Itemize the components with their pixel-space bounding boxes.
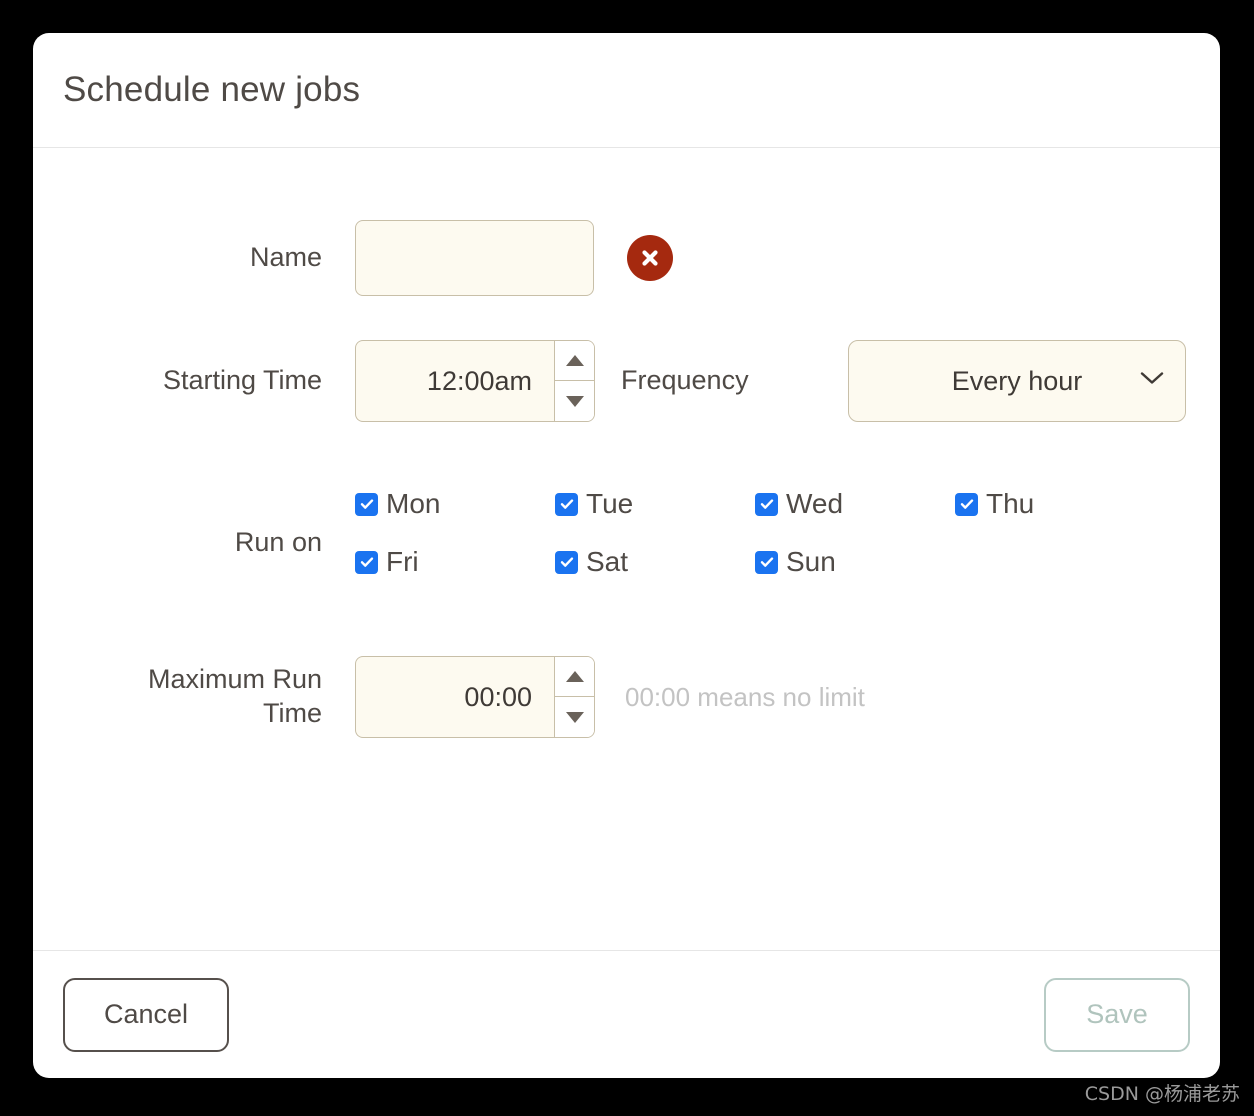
cancel-button[interactable]: Cancel: [63, 977, 229, 1052]
schedule-jobs-dialog: Schedule new jobs Name Starting Time 12:…: [33, 33, 1220, 1078]
maximum-run-time-increment-button[interactable]: [555, 657, 594, 697]
maximum-run-time-row: Maximum Run Time 00:00 00:00 means no li…: [33, 656, 1220, 738]
page-title: Schedule new jobs: [63, 70, 361, 109]
triangle-down-icon: [565, 395, 584, 407]
starting-time-increment-button[interactable]: [555, 341, 594, 381]
triangle-up-icon: [565, 355, 584, 366]
run-on-row: Run on Mon Tue Wed Thu Fri Sat Sun: [33, 488, 1220, 578]
chevron-down-icon: [1139, 371, 1165, 392]
checkbox-fri[interactable]: Fri: [355, 546, 555, 578]
checkbox-label: Fri: [386, 546, 419, 577]
maximum-run-time-label-line1: Maximum Run: [147, 664, 322, 695]
maximum-run-time-decrement-button[interactable]: [555, 697, 594, 737]
checkmark-icon: [555, 492, 578, 516]
checkbox-mon[interactable]: Mon: [355, 488, 555, 520]
frequency-label: Frequency: [621, 365, 749, 396]
name-row: Name: [33, 220, 1220, 296]
checkmark-icon: [955, 492, 978, 516]
triangle-up-icon: [565, 671, 584, 682]
checkbox-label: Sun: [786, 546, 836, 577]
name-input[interactable]: [355, 220, 594, 296]
dialog-header: Schedule new jobs: [33, 33, 1220, 148]
frequency-select[interactable]: Every hour: [848, 340, 1186, 422]
checkbox-label: Thu: [986, 488, 1035, 519]
checkmark-icon: [355, 550, 378, 574]
checkbox-thu[interactable]: Thu: [955, 488, 1155, 520]
checkbox-wed[interactable]: Wed: [755, 488, 955, 520]
starting-time-spin-buttons: [554, 340, 595, 422]
maximum-run-time-label: Maximum Run Time: [33, 663, 322, 731]
checkbox-sun[interactable]: Sun: [755, 546, 955, 578]
save-button: Save: [1044, 977, 1190, 1052]
day-checkbox-row-1: Mon Tue Wed Thu: [355, 488, 1155, 520]
starting-time-row: Starting Time 12:00am Frequency Every ho…: [33, 340, 1220, 422]
maximum-run-time-stepper[interactable]: 00:00: [355, 656, 595, 738]
day-checkbox-group: Mon Tue Wed Thu Fri Sat Sun: [355, 488, 1155, 578]
maximum-run-time-label-line2: Time: [263, 698, 322, 728]
checkmark-icon: [755, 492, 778, 516]
starting-time-value[interactable]: 12:00am: [355, 340, 554, 422]
screen: Schedule new jobs Name Starting Time 12:…: [0, 0, 1254, 1116]
checkbox-label: Sat: [586, 546, 629, 577]
name-label: Name: [249, 242, 322, 273]
starting-time-stepper[interactable]: 12:00am: [355, 340, 595, 422]
starting-time-decrement-button[interactable]: [555, 381, 594, 421]
checkbox-tue[interactable]: Tue: [555, 488, 755, 520]
day-checkbox-row-2: Fri Sat Sun: [355, 546, 1155, 578]
maximum-run-time-spin-buttons: [554, 656, 595, 738]
checkbox-label: Tue: [586, 488, 634, 519]
checkbox-label: Wed: [786, 488, 844, 519]
watermark: CSDN @杨浦老苏: [1084, 1083, 1240, 1105]
starting-time-label: Starting Time: [162, 365, 322, 396]
checkmark-icon: [755, 550, 778, 574]
frequency-selected-value: Every hour: [951, 365, 1083, 396]
triangle-down-icon: [565, 711, 584, 723]
error-x-icon[interactable]: [627, 235, 673, 281]
dialog-footer: Cancel Save: [33, 950, 1220, 1078]
checkbox-sat[interactable]: Sat: [555, 546, 755, 578]
maximum-run-time-hint: 00:00 means no limit: [625, 681, 865, 712]
checkmark-icon: [555, 550, 578, 574]
maximum-run-time-value[interactable]: 00:00: [355, 656, 554, 738]
checkmark-icon: [355, 492, 378, 516]
run-on-label: Run on: [234, 527, 322, 557]
dialog-body: Name Starting Time 12:00am Frequency Eve…: [33, 148, 1220, 950]
checkbox-label: Mon: [386, 488, 441, 519]
